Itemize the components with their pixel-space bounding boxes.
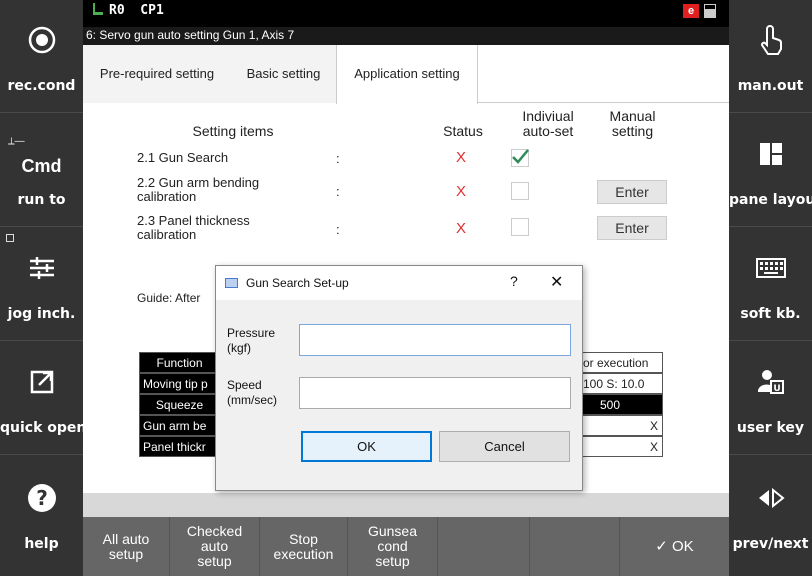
- table-cell: 500: [579, 394, 663, 415]
- status-x: X: [456, 149, 467, 166]
- speed-label: Speed (mm/sec): [227, 378, 277, 407]
- row-colon: :: [336, 222, 340, 237]
- checkmark-icon: [512, 149, 529, 164]
- battery-icon: [704, 4, 716, 18]
- quick-open-button[interactable]: quick open: [0, 342, 87, 455]
- row-colon: :: [336, 184, 340, 199]
- pressure-input[interactable]: [299, 324, 571, 356]
- prev-next-icon: [729, 480, 812, 516]
- man-out-label: man.out: [737, 78, 804, 94]
- touch-hand-icon: [729, 22, 812, 58]
- divider-strip: [83, 493, 729, 517]
- all-auto-setup-button[interactable]: All auto setup: [83, 517, 170, 576]
- table-cell: Panel thickr: [139, 436, 217, 457]
- stop-execution-button[interactable]: Stop execution: [260, 517, 348, 576]
- table-cell: Gun arm be: [139, 415, 217, 436]
- header-manual: Manual setting: [609, 108, 656, 139]
- table-cell: Squeeze: [139, 394, 217, 415]
- table-cell: or execution: [579, 352, 663, 373]
- man-out-button[interactable]: man.out: [729, 0, 812, 113]
- dialog-cancel-button[interactable]: Cancel: [439, 431, 570, 462]
- prev-next-label: prev/next: [732, 536, 809, 552]
- help-label: help: [24, 536, 59, 552]
- teach-pendant-screen: rec.cond ⟂— Cmd run to jog inch. quick o…: [0, 0, 812, 576]
- enter-button-gun-arm[interactable]: Enter: [597, 180, 667, 204]
- status-x: X: [456, 183, 467, 200]
- rec-cond-label: rec.cond: [7, 78, 76, 94]
- user-key-button[interactable]: U user key: [729, 342, 812, 455]
- table-cell: Moving tip p: [139, 373, 217, 394]
- prev-next-button[interactable]: prev/next: [729, 458, 812, 571]
- tab-bar: Pre-required setting Basic setting Appli…: [83, 45, 729, 104]
- cmd-step-icon: ⟂—: [8, 136, 25, 147]
- help-button[interactable]: ? help: [0, 458, 83, 571]
- speed-input[interactable]: [299, 377, 571, 409]
- page-subtitle: 6: Servo gun auto setting Gun 1, Axis 7: [83, 27, 729, 45]
- row-panel-thickness-label: 2.3 Panel thickness calibration: [137, 213, 250, 242]
- bottom-toolbar: All auto setup Checked auto setup Stop e…: [83, 517, 729, 576]
- empty-softkey: [438, 517, 530, 576]
- right-side-panel: man.out pane layout soft kb. U user key …: [729, 0, 812, 576]
- dialog-titlebar: Gun Search Set-up ? ✕: [216, 266, 582, 300]
- cmd-label: Cmd: [21, 156, 62, 176]
- robot-status: R0 CP1: [93, 3, 164, 18]
- row-colon: :: [336, 151, 340, 166]
- svg-text:?: ?: [36, 486, 48, 510]
- tab-basic[interactable]: Basic setting: [231, 45, 336, 103]
- run-to-button[interactable]: ⟂— Cmd run to: [0, 114, 83, 227]
- row-gun-arm-label: 2.2 Gun arm bending calibration: [137, 175, 260, 204]
- tab-pre-required[interactable]: Pre-required setting: [83, 45, 231, 103]
- keyboard-icon: [729, 250, 812, 286]
- window-icon: [225, 278, 238, 288]
- pane-layout-label: pane layout: [729, 192, 812, 208]
- pane-layout-button[interactable]: pane layout: [729, 114, 812, 227]
- dialog-title: Gun Search Set-up: [246, 276, 349, 290]
- user-key-icon: U: [729, 364, 812, 400]
- row-gun-search-label: 2.1 Gun Search: [137, 150, 229, 165]
- close-icon[interactable]: ✕: [550, 272, 563, 292]
- record-icon: [0, 22, 83, 58]
- user-key-label: user key: [736, 420, 805, 436]
- robot-status-text: R0 CP1: [109, 3, 164, 18]
- enter-button-panel-thickness[interactable]: Enter: [597, 216, 667, 240]
- svg-text:U: U: [773, 384, 780, 394]
- table-cell: X: [579, 415, 663, 436]
- table-cell: 100 S: 10.0: [579, 373, 663, 394]
- run-to-label: run to: [17, 192, 66, 208]
- rec-cond-button[interactable]: rec.cond: [0, 0, 83, 113]
- empty-softkey: [530, 517, 620, 576]
- guide-text: Guide: After: [137, 291, 201, 305]
- tab-application[interactable]: Application setting: [336, 45, 478, 104]
- status-x: X: [456, 220, 467, 237]
- jog-inch-label: jog inch.: [7, 306, 76, 322]
- autoset-checkbox-gun-search[interactable]: [511, 149, 529, 167]
- gunsea-cond-setup-button[interactable]: Gunsea cond setup: [348, 517, 438, 576]
- error-badge[interactable]: e: [683, 4, 699, 18]
- header-setting-items: Setting items: [192, 123, 274, 139]
- soft-kb-label: soft kb.: [740, 306, 801, 322]
- quick-open-label: quick open: [0, 420, 87, 436]
- ok-button[interactable]: ✓ OK: [620, 517, 729, 576]
- pressure-label: Pressure (kgf): [227, 326, 276, 355]
- dialog-ok-button[interactable]: OK: [301, 431, 432, 462]
- left-side-panel: rec.cond ⟂— Cmd run to jog inch. quick o…: [0, 0, 87, 576]
- soft-kb-button[interactable]: soft kb.: [729, 228, 812, 341]
- jog-indicator: [6, 234, 14, 242]
- pane-layout-icon: [729, 136, 812, 172]
- header-status: Status: [443, 123, 483, 139]
- checked-auto-setup-button[interactable]: Checked auto setup: [170, 517, 260, 576]
- autoset-checkbox-gun-arm[interactable]: [511, 182, 529, 200]
- table-cell: X: [579, 436, 663, 457]
- header-auto-set: Indiviual auto-set: [522, 108, 574, 139]
- autoset-checkbox-panel-thickness[interactable]: [511, 218, 529, 236]
- open-external-icon: [0, 364, 83, 400]
- help-icon: ?: [0, 480, 83, 516]
- help-icon[interactable]: ?: [510, 273, 518, 289]
- status-bar: R0 CP1 e: [83, 0, 729, 30]
- table-cell: Function: [139, 352, 217, 373]
- sliders-icon: [0, 250, 83, 286]
- robot-icon: [93, 3, 103, 15]
- jog-inch-button[interactable]: jog inch.: [0, 228, 83, 341]
- gun-search-dialog: Gun Search Set-up ? ✕ Pressure (kgf) Spe…: [215, 265, 583, 491]
